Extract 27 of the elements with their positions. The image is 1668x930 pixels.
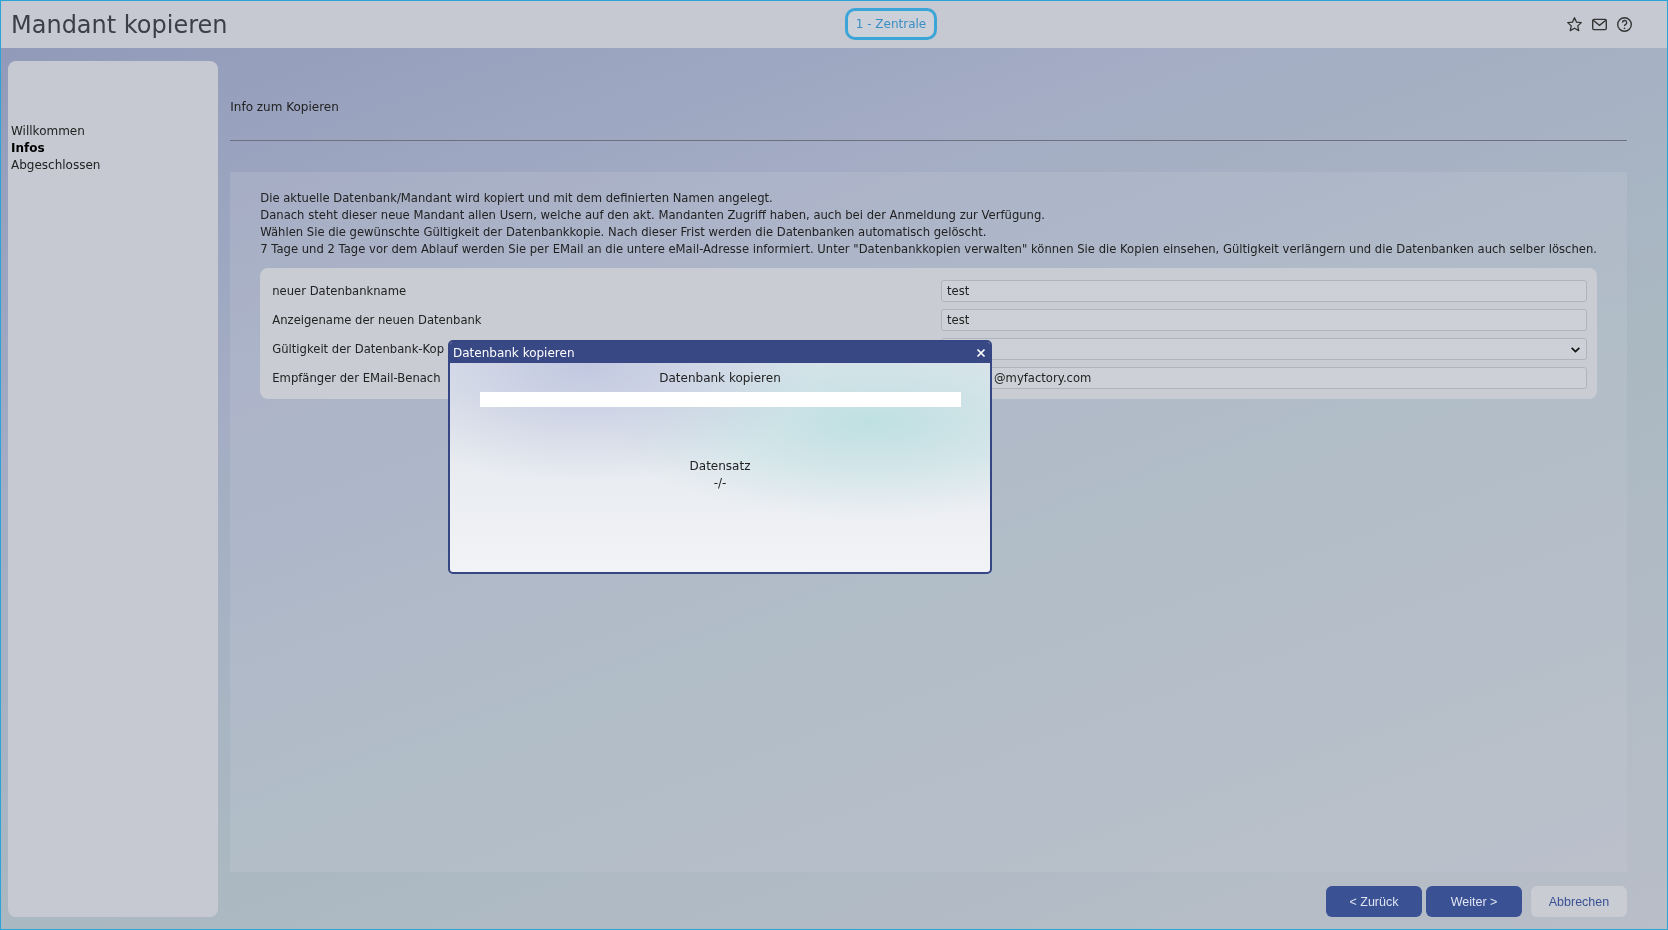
sidebar-item[interactable]: Willkommen — [8, 123, 88, 140]
close-icon[interactable] — [976, 347, 986, 358]
star-icon[interactable] — [1566, 16, 1583, 33]
field-label: neuer Datenbankname — [272, 284, 407, 298]
input-field[interactable]: test — [941, 280, 1587, 302]
field-label: Anzeigename der neuen Datenbank — [272, 313, 482, 327]
record-counter: -/- — [713, 475, 727, 492]
record-label: Datensatz — [689, 458, 751, 475]
info-text: Die aktuelle Datenbank/Mandant wird kopiert und mit dem definierten Namen angelegt. — [260, 190, 774, 207]
cancel-button[interactable]: Abbrechen — [1531, 886, 1627, 917]
help-icon[interactable] — [1616, 16, 1633, 33]
info-text: Danach steht dieser neue Mandant allen Usern, welche auf den akt. Mandanten Zugriff haben, auch bei der Anmeldung zur Verfügung. — [260, 207, 1046, 224]
nav-button[interactable]: Weiter > — [1426, 886, 1522, 917]
sidebar-item[interactable]: Abgeschlossen — [8, 157, 104, 174]
field-label: Empfänger der EMail-Benach — [272, 371, 441, 385]
section-title: Info zum Kopieren — [230, 100, 340, 114]
dropdown-field[interactable] — [941, 338, 1587, 360]
mail-icon[interactable] — [1591, 16, 1608, 33]
info-text: Wählen Sie die gewünschte Gültigkeit der Datenbankkopie. Nach dieser Frist werden die Datenbanken automatisch gelöscht. — [260, 224, 988, 241]
dialog-title: Datenbank kopieren — [453, 345, 575, 360]
nav-button[interactable]: < Zurück — [1326, 886, 1422, 917]
sidebar-item[interactable]: Infos — [8, 140, 48, 157]
field-label: Gültigkeit der Datenbank-Kop — [272, 342, 445, 356]
dialog-heading: Datenbank kopieren — [659, 371, 781, 385]
page-title: Mandant kopieren — [11, 10, 228, 39]
input-field[interactable]: test — [941, 309, 1587, 331]
info-text: 7 Tage und 2 Tage vor dem Ablauf werden Sie per EMail an die untere eMail-Adresse informiert. Unter "Datenbankkopien verwalten" können Sie die Kopien einsehen, Gültigkeit verlängern und die Datenbanken auch selber löschen. — [260, 241, 1597, 258]
